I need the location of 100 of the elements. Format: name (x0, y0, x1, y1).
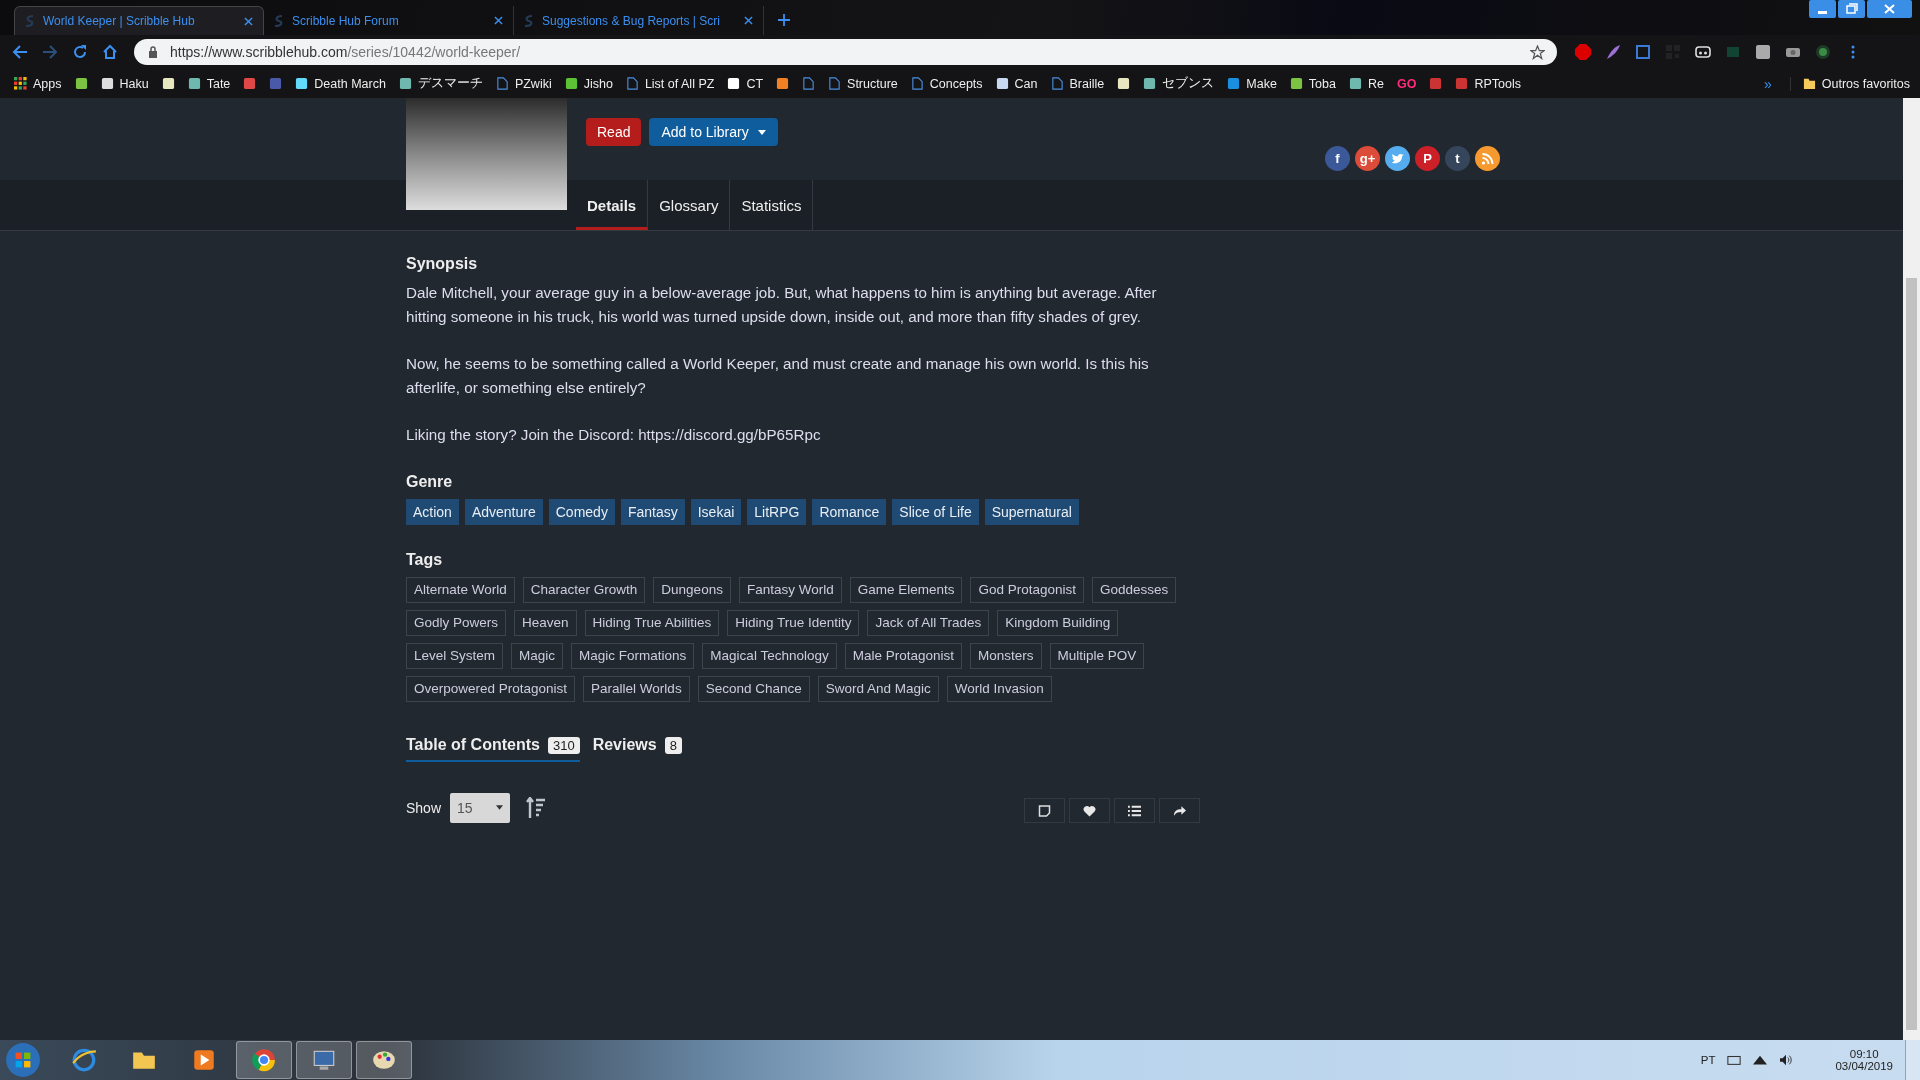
bookmark[interactable] (776, 77, 790, 90)
favorite-button[interactable] (1069, 798, 1110, 823)
minimize-icon[interactable] (1809, 0, 1836, 18)
home-icon[interactable] (102, 44, 118, 60)
bookmark[interactable]: GO (1396, 76, 1417, 91)
bookmark[interactable] (161, 77, 175, 90)
bookmark[interactable]: Toba (1289, 76, 1336, 91)
genre-tag[interactable]: Action (406, 499, 459, 525)
caret-up-icon[interactable] (1753, 1054, 1768, 1066)
content-tab[interactable]: Reviews 8 (592, 736, 682, 762)
circle-icon[interactable] (1815, 44, 1831, 60)
bookmark[interactable]: Structure (828, 76, 898, 91)
read-button[interactable]: Read (586, 118, 642, 146)
genre-tag[interactable]: Romance (812, 499, 887, 525)
clock[interactable]: 09:10 03/04/2019 (1835, 1048, 1893, 1072)
taskbar-app[interactable] (296, 1041, 352, 1079)
section-tab[interactable]: Statistics (730, 180, 814, 230)
browser-tab[interactable]: World Keeper | Scribble Hub (14, 6, 264, 35)
back-arrow-icon[interactable] (12, 44, 28, 60)
tag[interactable]: Magic (511, 643, 564, 669)
bookmark[interactable]: セブンス (1143, 75, 1215, 92)
reload-icon[interactable] (72, 44, 88, 60)
tag[interactable]: Character Growth (522, 577, 646, 603)
extension-icon[interactable] (1635, 44, 1651, 60)
stop-sign-icon[interactable] (1575, 44, 1591, 60)
note-button[interactable] (1024, 798, 1065, 823)
share-button[interactable]: t (1445, 146, 1470, 171)
feather-icon[interactable] (1605, 44, 1621, 60)
start-button[interactable] (4, 1041, 42, 1079)
bookmark[interactable]: Haku (100, 76, 149, 91)
share-button[interactable] (1385, 146, 1410, 171)
bookmark[interactable]: Apps (14, 76, 62, 91)
bookmark[interactable]: Braille (1050, 76, 1105, 91)
bookmark[interactable]: RPTools (1455, 76, 1521, 91)
bookmark[interactable]: Make (1227, 76, 1277, 91)
genre-tag[interactable]: LitRPG (747, 499, 807, 525)
star-icon[interactable] (1530, 44, 1545, 60)
tag[interactable]: Dungeons (653, 577, 731, 603)
content-tab[interactable]: Table of Contents 310 (406, 736, 580, 762)
bookmark[interactable]: List of All PZ (625, 76, 715, 91)
mask-icon[interactable] (1695, 44, 1711, 60)
tag[interactable]: Godly Powers (406, 610, 507, 636)
tag[interactable]: Multiple POV (1049, 643, 1145, 669)
tag[interactable]: Goddesses (1092, 577, 1177, 603)
tag[interactable]: Monsters (970, 643, 1042, 669)
taskbar-app[interactable] (356, 1041, 412, 1079)
close-icon[interactable] (1867, 0, 1912, 18)
share-button[interactable] (1159, 798, 1200, 823)
close-icon[interactable] (244, 16, 253, 26)
bookmark[interactable]: Tate (187, 76, 231, 91)
language-indicator[interactable]: PT (1700, 1054, 1716, 1066)
tag[interactable]: Magical Technology (702, 643, 837, 669)
list-button[interactable] (1114, 798, 1155, 823)
tag[interactable]: Hiding True Identity (727, 610, 860, 636)
bookmark[interactable] (1117, 77, 1131, 90)
restore-icon[interactable] (1838, 0, 1865, 18)
speaker-icon[interactable] (1779, 1054, 1794, 1066)
genre-tag[interactable]: Comedy (548, 499, 615, 525)
close-icon[interactable] (744, 16, 753, 25)
bookmark[interactable]: Death March (295, 76, 386, 91)
genre-tag[interactable]: Supernatural (984, 499, 1079, 525)
genre-tag[interactable]: Isekai (690, 499, 742, 525)
share-button[interactable]: g+ (1355, 146, 1380, 171)
bookmark[interactable]: Re (1348, 76, 1384, 91)
more-bookmarks[interactable]: » (1763, 75, 1772, 92)
bookmark[interactable]: Concepts (910, 76, 983, 91)
scrollbar-thumb[interactable] (1906, 278, 1917, 1030)
bookmark[interactable]: CT (727, 76, 764, 91)
tag[interactable]: Kingdom Building (997, 610, 1119, 636)
bookmark[interactable]: PZwiki (495, 76, 552, 91)
keyboard-icon[interactable] (1727, 1054, 1742, 1066)
tag[interactable]: Overpowered Protagonist (406, 676, 576, 702)
address-bar[interactable]: https://www.scribblehub.com/series/10442/world-keeper/ (134, 39, 1557, 65)
sort-icon[interactable] (526, 796, 547, 819)
tag[interactable]: Fantasy World (738, 577, 842, 603)
genre-tag[interactable]: Fantasy (620, 499, 685, 525)
genre-tag[interactable]: Slice of Life (892, 499, 979, 525)
page-size-dropdown[interactable]: 15 (450, 792, 511, 823)
plus-icon[interactable] (778, 14, 790, 26)
bookmark[interactable] (74, 77, 88, 90)
tag[interactable]: Male Protagonist (844, 643, 962, 669)
tag[interactable]: Jack of All Trades (867, 610, 990, 636)
tag[interactable]: Magic Formations (571, 643, 695, 669)
bookmark[interactable]: デスマーチ (398, 75, 483, 92)
tag[interactable]: Heaven (514, 610, 577, 636)
section-tab[interactable]: Glossary (648, 180, 731, 230)
share-button[interactable]: P (1415, 146, 1440, 171)
bookmark-folder[interactable]: Outros favoritos (1789, 76, 1910, 91)
tag[interactable]: Game Elements (849, 577, 963, 603)
bookmark[interactable]: Can (995, 76, 1038, 91)
scrollbar[interactable] (1903, 98, 1920, 1040)
tag[interactable]: Level System (406, 643, 504, 669)
tag[interactable]: Parallel Worlds (583, 676, 690, 702)
section-tab[interactable]: Details (576, 180, 649, 230)
add-to-library-button[interactable]: Add to Library (649, 118, 778, 146)
tag[interactable]: Hiding True Abilities (584, 610, 720, 636)
tag[interactable]: Sword And Magic (817, 676, 939, 702)
share-button[interactable] (1475, 146, 1500, 171)
tag[interactable]: Second Chance (697, 676, 810, 702)
taskbar-app[interactable] (236, 1041, 292, 1079)
